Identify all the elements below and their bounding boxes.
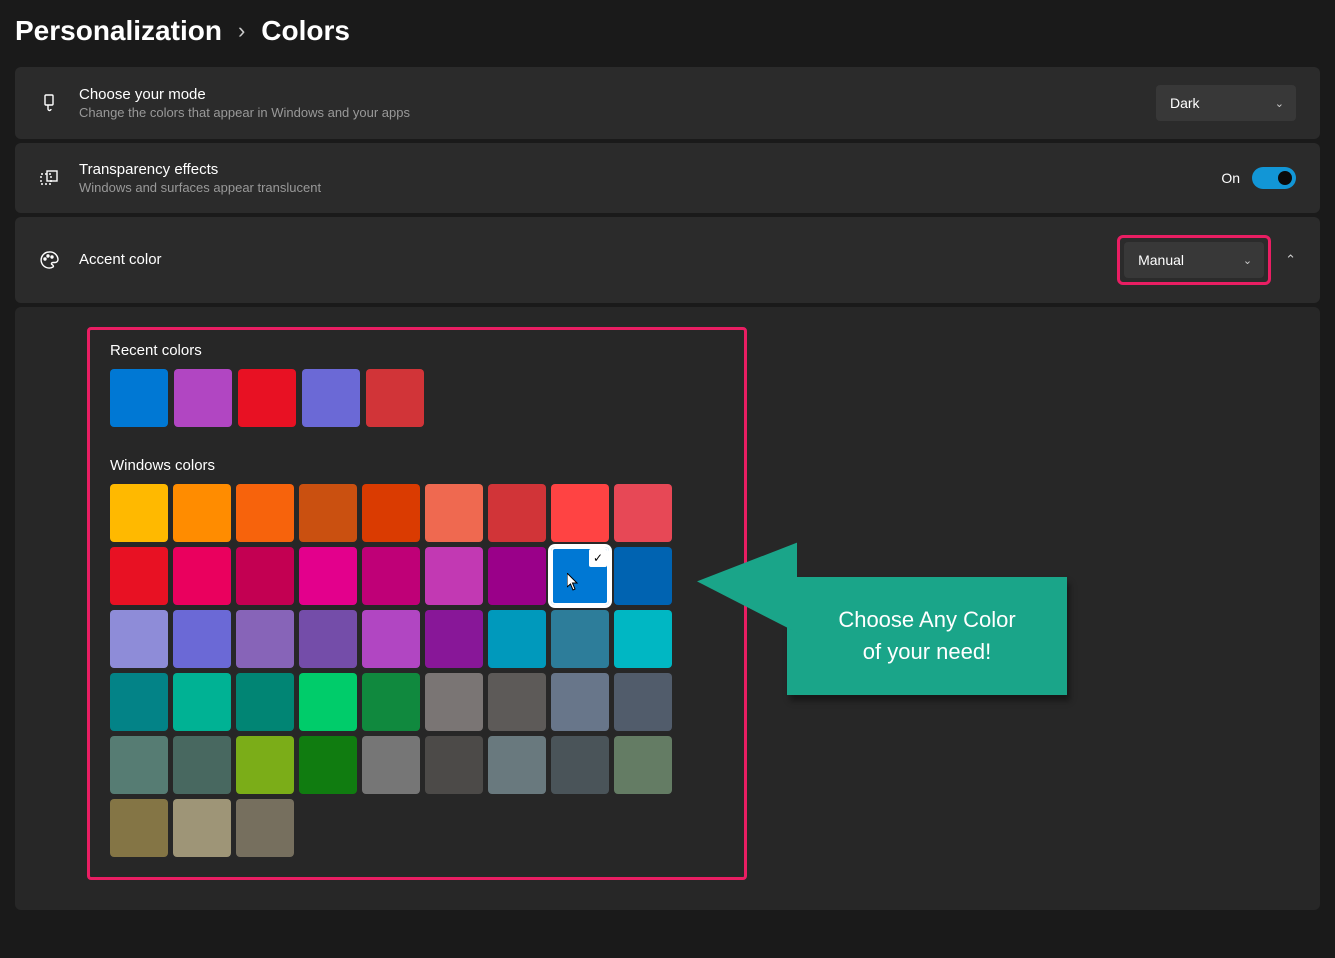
cursor-icon bbox=[567, 573, 581, 593]
windows-swatch[interactable] bbox=[425, 484, 483, 542]
accent-card: Accent color Manual ⌄ ⌃ bbox=[15, 217, 1320, 303]
windows-swatch[interactable] bbox=[110, 673, 168, 731]
windows-swatch[interactable] bbox=[236, 799, 294, 857]
windows-swatch[interactable] bbox=[551, 484, 609, 542]
toggle-knob bbox=[1278, 171, 1292, 185]
windows-swatch[interactable] bbox=[299, 736, 357, 794]
chevron-down-icon: ⌄ bbox=[1243, 254, 1252, 267]
callout-box: Choose Any Color of your need! bbox=[787, 577, 1067, 695]
windows-swatch[interactable] bbox=[362, 736, 420, 794]
windows-swatch[interactable] bbox=[110, 610, 168, 668]
windows-swatch[interactable] bbox=[299, 610, 357, 668]
windows-swatch[interactable] bbox=[362, 484, 420, 542]
recent-swatch[interactable] bbox=[366, 369, 424, 427]
recent-swatch[interactable] bbox=[238, 369, 296, 427]
transparency-card: Transparency effects Windows and surface… bbox=[15, 143, 1320, 213]
windows-swatch[interactable] bbox=[614, 484, 672, 542]
windows-swatch[interactable] bbox=[173, 673, 231, 731]
windows-swatch[interactable] bbox=[362, 610, 420, 668]
windows-swatch[interactable] bbox=[488, 736, 546, 794]
breadcrumb-parent[interactable]: Personalization bbox=[15, 15, 222, 47]
recent-swatch[interactable] bbox=[302, 369, 360, 427]
transparency-desc: Windows and surfaces appear translucent bbox=[79, 180, 1201, 195]
windows-swatch[interactable] bbox=[425, 673, 483, 731]
windows-swatch[interactable] bbox=[173, 484, 231, 542]
transparency-state: On bbox=[1221, 170, 1240, 186]
chevron-up-icon[interactable]: ⌃ bbox=[1285, 252, 1296, 268]
breadcrumb-current: Colors bbox=[261, 15, 350, 47]
windows-swatch[interactable] bbox=[425, 736, 483, 794]
recent-swatch[interactable] bbox=[174, 369, 232, 427]
windows-swatch[interactable] bbox=[614, 736, 672, 794]
transparency-icon bbox=[39, 168, 59, 188]
windows-swatch[interactable] bbox=[173, 610, 231, 668]
accent-mode-value: Manual bbox=[1138, 252, 1184, 268]
windows-swatch[interactable] bbox=[362, 547, 420, 605]
windows-swatch[interactable] bbox=[236, 673, 294, 731]
annotation-callout: Choose Any Color of your need! bbox=[787, 577, 1067, 695]
windows-swatch[interactable] bbox=[614, 610, 672, 668]
windows-swatch[interactable] bbox=[173, 547, 231, 605]
transparency-title: Transparency effects bbox=[79, 161, 1201, 178]
windows-swatch[interactable] bbox=[362, 673, 420, 731]
mode-desc: Change the colors that appear in Windows… bbox=[79, 105, 1136, 120]
callout-line1: Choose Any Color bbox=[824, 604, 1030, 636]
recent-swatch[interactable] bbox=[110, 369, 168, 427]
breadcrumb: Personalization › Colors bbox=[15, 15, 1320, 47]
chevron-down-icon: ⌄ bbox=[1275, 97, 1284, 110]
windows-swatch[interactable] bbox=[173, 799, 231, 857]
windows-swatch[interactable] bbox=[488, 673, 546, 731]
windows-swatch[interactable] bbox=[110, 799, 168, 857]
windows-swatch[interactable] bbox=[425, 610, 483, 668]
windows-swatch[interactable] bbox=[551, 673, 609, 731]
windows-swatch[interactable] bbox=[488, 610, 546, 668]
windows-swatch[interactable] bbox=[110, 736, 168, 794]
mode-card: Choose your mode Change the colors that … bbox=[15, 67, 1320, 139]
mode-dropdown[interactable]: Dark ⌄ bbox=[1156, 85, 1296, 121]
recent-label: Recent colors bbox=[110, 342, 724, 359]
windows-swatch[interactable] bbox=[236, 484, 294, 542]
palette-icon bbox=[39, 250, 59, 270]
windows-swatch[interactable] bbox=[425, 547, 483, 605]
windows-colors-grid bbox=[110, 484, 700, 857]
windows-swatch[interactable] bbox=[488, 547, 546, 605]
windows-label: Windows colors bbox=[110, 457, 724, 474]
windows-swatch[interactable] bbox=[299, 547, 357, 605]
callout-arrow bbox=[697, 543, 797, 642]
accent-panel: Recent colors Windows colors Choose Any … bbox=[15, 307, 1320, 910]
windows-swatch[interactable] bbox=[551, 610, 609, 668]
windows-swatch[interactable] bbox=[551, 736, 609, 794]
transparency-toggle[interactable] bbox=[1252, 167, 1296, 189]
windows-swatch[interactable] bbox=[614, 547, 672, 605]
windows-swatch[interactable] bbox=[299, 484, 357, 542]
windows-swatch[interactable] bbox=[236, 736, 294, 794]
brush-icon bbox=[39, 93, 59, 113]
annotation-highlight-colors: Recent colors Windows colors bbox=[87, 327, 747, 880]
recent-colors-row bbox=[110, 369, 724, 427]
windows-swatch[interactable] bbox=[551, 547, 609, 605]
chevron-right-icon: › bbox=[238, 18, 245, 44]
windows-swatch[interactable] bbox=[173, 736, 231, 794]
accent-mode-dropdown[interactable]: Manual ⌄ bbox=[1124, 242, 1264, 278]
windows-swatch[interactable] bbox=[110, 547, 168, 605]
windows-swatch[interactable] bbox=[488, 484, 546, 542]
accent-title: Accent color bbox=[79, 251, 1097, 268]
windows-swatch[interactable] bbox=[614, 673, 672, 731]
windows-swatch[interactable] bbox=[299, 673, 357, 731]
windows-swatch[interactable] bbox=[110, 484, 168, 542]
mode-title: Choose your mode bbox=[79, 86, 1136, 103]
windows-swatch[interactable] bbox=[236, 547, 294, 605]
windows-swatch[interactable] bbox=[236, 610, 294, 668]
annotation-highlight-accent: Manual ⌄ bbox=[1117, 235, 1271, 285]
callout-line2: of your need! bbox=[824, 636, 1030, 668]
mode-value: Dark bbox=[1170, 95, 1200, 111]
